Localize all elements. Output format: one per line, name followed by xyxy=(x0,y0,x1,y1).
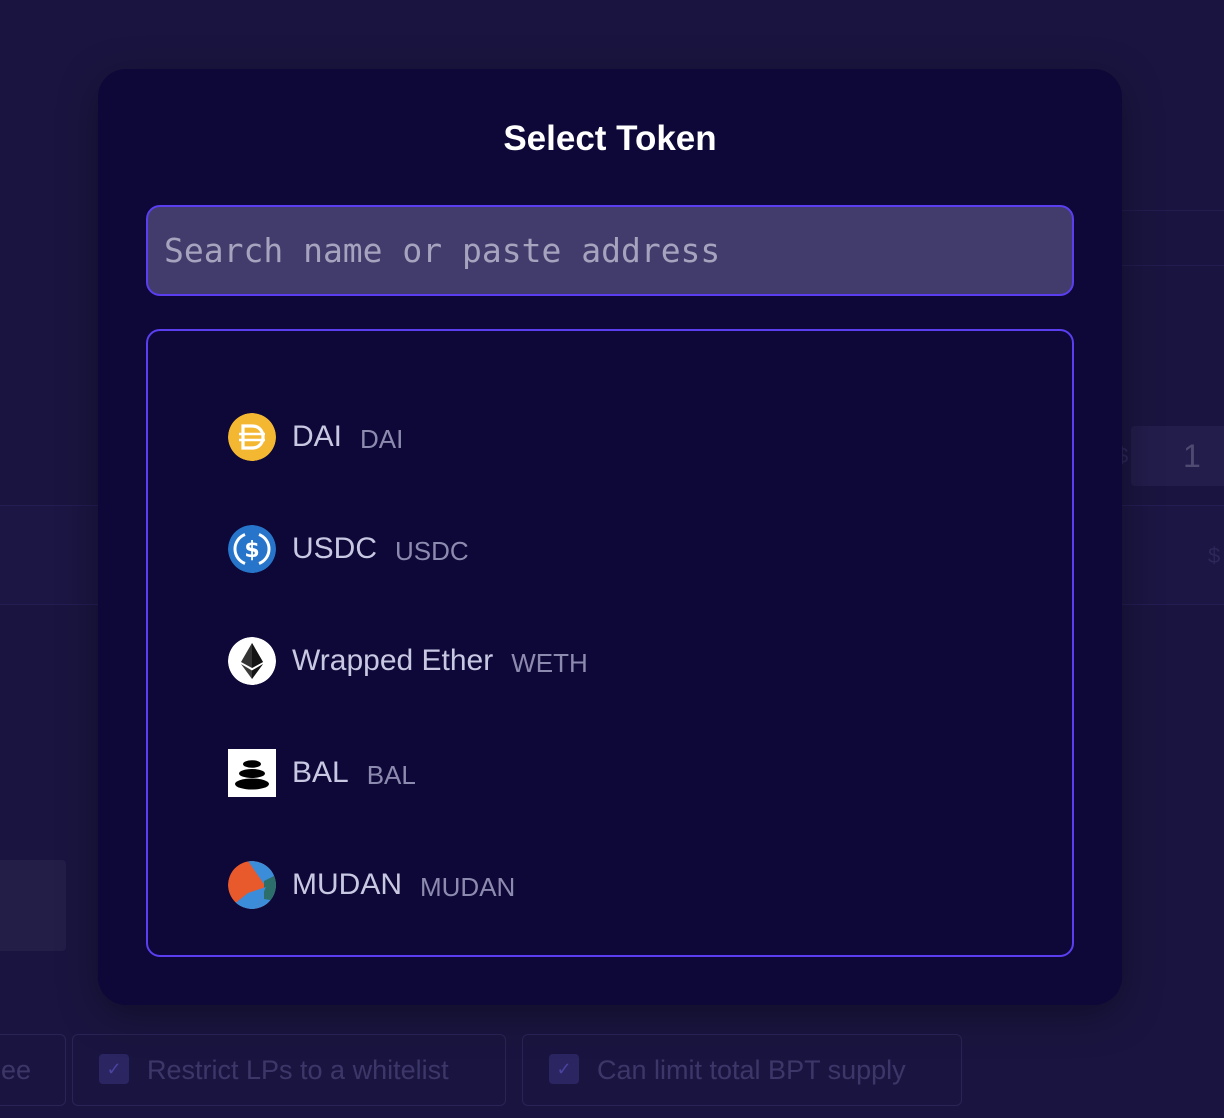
svg-text:$: $ xyxy=(244,538,259,563)
background-option-whitelist: ✓ Restrict LPs to a whitelist xyxy=(72,1034,506,1106)
background-options-row: ee ✓ Restrict LPs to a whitelist ✓ Can lim… xyxy=(0,1034,1224,1106)
token-item-bal[interactable]: BAL BAL xyxy=(148,717,1072,829)
token-symbol: BAL xyxy=(366,759,416,790)
usdc-icon: $ xyxy=(228,525,276,573)
bal-icon xyxy=(228,749,276,797)
token-name: USDC xyxy=(292,532,378,565)
token-list: DAI DAI $ USDC USDC Wrapped Ether WETH B… xyxy=(146,329,1074,957)
token-item-weth[interactable]: Wrapped Ether WETH xyxy=(148,605,1072,717)
token-item-mudan[interactable]: MUDAN MUDAN xyxy=(148,829,1072,941)
dai-icon xyxy=(228,413,276,461)
background-option-fragment: ee xyxy=(0,1034,66,1106)
token-item-dai[interactable]: DAI DAI xyxy=(148,381,1072,493)
modal-title: Select Token xyxy=(503,119,717,158)
background-option-label: Can limit total BPT supply xyxy=(597,1055,906,1085)
token-symbol: MUDAN xyxy=(420,871,516,902)
token-symbol: USDC xyxy=(395,535,469,566)
checkbox-icon: ✓ xyxy=(99,1053,129,1084)
weth-icon xyxy=(228,637,276,685)
token-name: Wrapped Ether xyxy=(292,644,494,677)
background-amount-input: 1 xyxy=(1131,426,1224,486)
select-token-modal: Select Token DAI DAI $ xyxy=(98,69,1122,1005)
token-name: DAI xyxy=(292,420,343,453)
token-symbol: WETH xyxy=(511,647,588,678)
background-option-label: ee xyxy=(1,1055,32,1085)
background-option-label: Restrict LPs to a whitelist xyxy=(147,1055,449,1085)
checkbox-icon: ✓ xyxy=(549,1053,579,1084)
background-option-bpt-supply: ✓ Can limit total BPT supply xyxy=(522,1034,962,1106)
background-divider xyxy=(1122,210,1224,211)
mudan-icon xyxy=(228,861,276,909)
background-divider xyxy=(1122,265,1224,266)
token-symbol: DAI xyxy=(360,423,404,454)
token-item-usdc[interactable]: $ USDC USDC xyxy=(148,493,1072,605)
background-currency-symbol: $ xyxy=(1208,543,1221,568)
background-panel xyxy=(0,860,66,951)
token-search-input[interactable] xyxy=(146,205,1074,296)
token-name: BAL xyxy=(292,756,349,789)
token-name: MUDAN xyxy=(292,868,402,901)
